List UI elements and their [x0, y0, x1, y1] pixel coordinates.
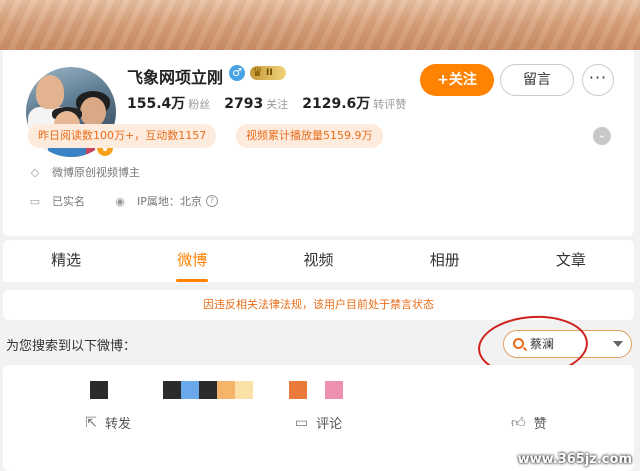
censor-block: [163, 381, 181, 399]
ip-location-text: IP属地：北京: [137, 195, 202, 208]
site-watermark: www.365jz.com: [517, 452, 632, 467]
profile-name: 飞象网项立刚: [127, 68, 224, 87]
like-button[interactable]: 👍︎ 赞: [424, 413, 634, 432]
location-icon: ◉: [115, 194, 125, 208]
censor-block: [199, 381, 217, 399]
identity-row: ▭ 已实名 ◉ IP属地：北京 ?: [28, 193, 218, 209]
censor-block: [90, 381, 108, 399]
video-plays-tag: 视频累计播放量5159.9万: [236, 124, 383, 148]
real-name-text: 已实名: [52, 195, 85, 208]
chevron-down-icon[interactable]: ⌄: [593, 127, 611, 145]
post-actions: ⇱ 转发 ▭ 评论 👍︎ 赞: [3, 413, 634, 433]
cover-banner: [0, 0, 640, 50]
tab-video[interactable]: 视频: [255, 240, 381, 282]
like-icon: 👍︎: [510, 415, 526, 431]
tab-album[interactable]: 相册: [382, 240, 508, 282]
vip-level-badge[interactable]: II: [250, 65, 286, 80]
male-icon: ♂: [229, 65, 245, 81]
share-icon: ⇱: [85, 414, 98, 431]
shield-icon: ◇: [30, 165, 40, 179]
profile-card: V 飞象网项立刚 ♂ II 155.4万粉丝 2793关注 2129.6万转评赞…: [3, 50, 634, 236]
ban-notice: 因违反相关法律法规，该用户目前处于禁言状态: [3, 290, 634, 320]
fans-stat[interactable]: 155.4万 粉丝: [127, 93, 210, 113]
interactions-stat: 2129.6万 转评赞: [302, 96, 407, 112]
reading-stats-tag: 昨日阅读数100万+，互动数1157: [28, 124, 217, 148]
more-options-button[interactable]: ···: [582, 64, 614, 96]
tab-articles[interactable]: 文章: [508, 240, 634, 282]
censor-block: [289, 381, 307, 399]
help-icon[interactable]: ?: [205, 195, 218, 207]
repost-button[interactable]: ⇱ 转发: [3, 413, 213, 433]
search-query: 蔡澜: [530, 337, 555, 351]
id-card-icon: ▭: [29, 194, 41, 208]
search-icon: [513, 338, 524, 349]
dropdown-arrow-icon[interactable]: [613, 341, 623, 347]
censor-block: [325, 381, 343, 399]
bio-text: 微博原创视频博主: [52, 166, 140, 179]
comment-icon: ▭: [294, 414, 309, 431]
tab-weibo[interactable]: 微博: [129, 240, 255, 282]
bio-row: ◇ 微博原创视频博主: [28, 164, 140, 180]
profile-tabs: 精选 微博 视频 相册 文章: [3, 240, 634, 282]
censor-block: [217, 381, 235, 399]
tab-featured[interactable]: 精选: [3, 240, 129, 282]
comment-button[interactable]: ▭ 评论: [213, 413, 423, 433]
follow-button[interactable]: +关注: [420, 64, 494, 96]
censor-block: [235, 381, 253, 399]
following-stat[interactable]: 2793 关注: [224, 96, 288, 112]
message-button[interactable]: 留言: [500, 64, 574, 96]
profile-stats: 155.4万 粉丝 2793 关注 2129.6万 转评赞: [127, 93, 420, 113]
censor-block: [181, 381, 199, 399]
search-result-label: 为您搜索到以下微博：: [6, 339, 137, 354]
search-input[interactable]: 蔡澜: [503, 330, 632, 358]
